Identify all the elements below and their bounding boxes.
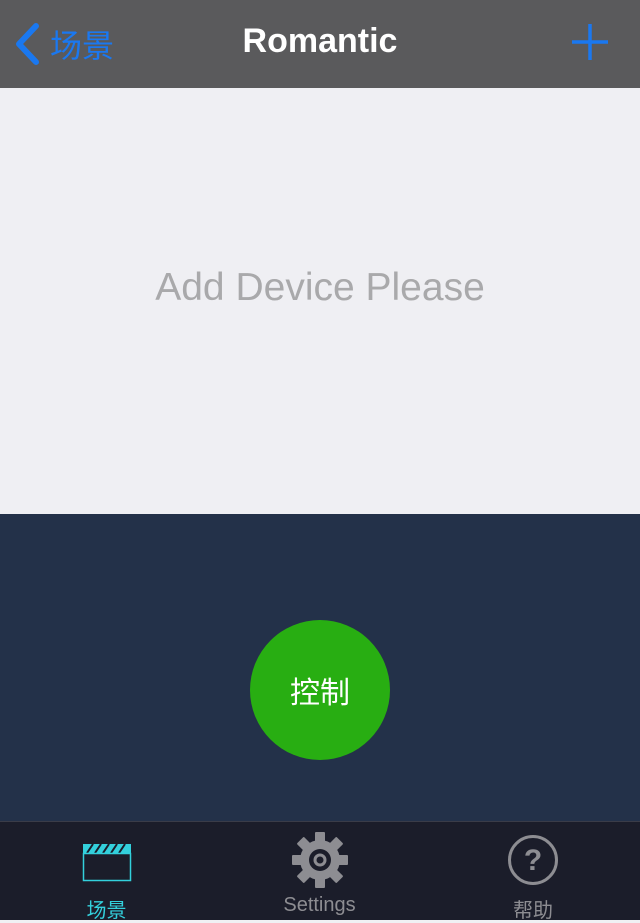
empty-state-message: Add Device Please	[155, 266, 485, 309]
page-title: Romantic	[242, 22, 398, 60]
tab-help-label: 帮助	[513, 898, 553, 922]
control-button-label: 控制	[290, 676, 350, 711]
tab-settings[interactable]: Settings	[213, 822, 426, 921]
plus-icon[interactable]	[570, 22, 610, 62]
tab-scenes-label: 场景	[86, 898, 127, 922]
gear-icon	[291, 832, 348, 888]
svg-text:?: ?	[524, 844, 542, 877]
tab-settings-label: Settings	[283, 894, 356, 916]
tab-help[interactable]: ? 帮助	[426, 822, 640, 922]
clapperboard-icon	[82, 843, 131, 882]
control-panel: 控制	[0, 514, 640, 821]
help-circle-icon: ?	[508, 835, 558, 885]
navigation-bar: 场景 Romantic	[0, 0, 640, 88]
tab-bar: 场景 Settings ? 帮助	[0, 821, 640, 922]
control-button[interactable]: 控制	[250, 620, 390, 760]
device-list-area: Add Device Please	[0, 88, 640, 514]
tab-scenes[interactable]: 场景	[0, 822, 213, 922]
